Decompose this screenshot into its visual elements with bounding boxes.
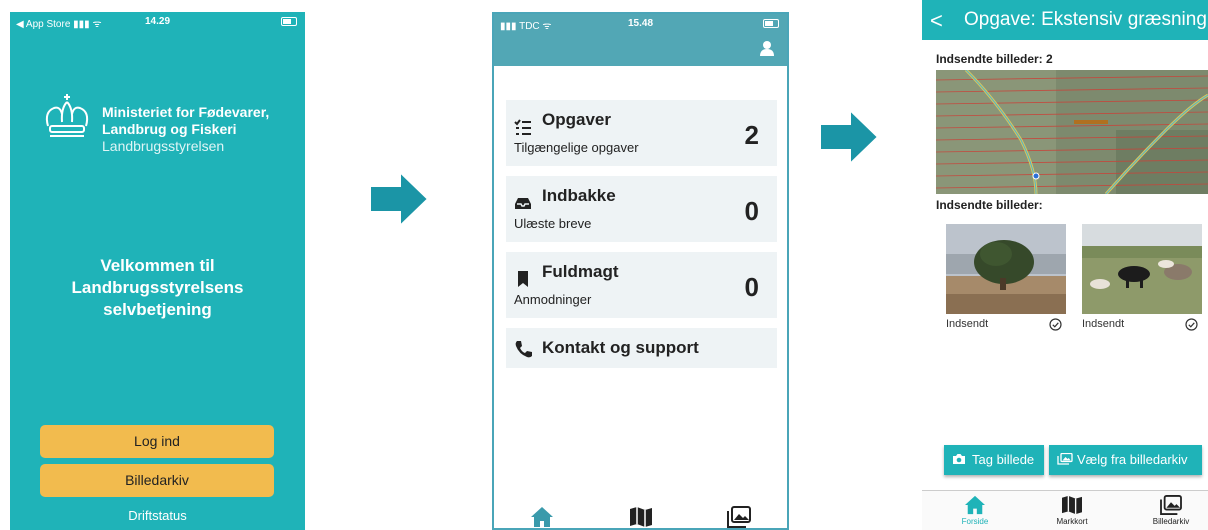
card-subtitle: Tilgængelige opgaver xyxy=(514,140,639,155)
welcome-line-2: Landbrugsstyrelsens xyxy=(71,278,244,297)
gallery-icon xyxy=(1057,453,1073,465)
inbox-icon xyxy=(515,198,531,209)
home-icon xyxy=(965,495,985,515)
bookmark-icon xyxy=(518,271,528,287)
card-count: 0 xyxy=(744,196,759,226)
user-icon[interactable] xyxy=(759,40,775,56)
battery-icon xyxy=(281,17,297,26)
card-tasks[interactable]: Opgaver Tilgængelige opgaver 2 xyxy=(506,100,777,166)
welcome-text: Velkommen til Landbrugsstyrelsens selvbe… xyxy=(10,255,305,321)
nav-item-markkort[interactable]: Markkort xyxy=(1037,495,1107,526)
card-title: Opgaver xyxy=(542,110,611,129)
arrow-right-icon xyxy=(369,170,430,228)
status-bar: ◀ App Store ▮▮▮ ᯤ 14.29 xyxy=(10,12,305,32)
card-inbox[interactable]: Indbakke Ulæste breve 0 xyxy=(506,176,777,242)
photo-caption: Indsendt xyxy=(1082,318,1125,330)
card-title: Kontakt og support xyxy=(542,338,699,357)
nav-label: Forside xyxy=(961,517,989,526)
screen-login: ◀ App Store ▮▮▮ ᯤ 14.29 Ministeriet for … xyxy=(10,12,305,530)
card-title: Fuldmagt xyxy=(542,262,619,281)
nav-item-billedarkiv[interactable]: Billedarkiv xyxy=(1136,495,1206,526)
cattle-photo[interactable] xyxy=(1082,224,1202,314)
choose-from-archive-label: Vælg fra billedarkiv xyxy=(1077,452,1188,467)
screen-dashboard: ▮▮▮ TDC ᯤ 15.48 Opgaver Tilgængelige opg… xyxy=(492,12,789,530)
status-time: 14.29 xyxy=(144,16,171,27)
card-count: 2 xyxy=(744,120,759,150)
welcome-line-3: selvbetjening xyxy=(103,300,212,319)
take-photo-button[interactable]: Tag billede xyxy=(944,445,1044,475)
juniper-bush-photo[interactable] xyxy=(946,224,1066,314)
nav-item-forside[interactable]: Forside xyxy=(940,495,1010,526)
map-icon[interactable] xyxy=(629,506,653,528)
photo-caption: Indsendt xyxy=(946,318,989,330)
welcome-line-1: Velkommen til xyxy=(100,256,215,275)
nav-label: Billedarkiv xyxy=(1152,517,1190,526)
map-icon xyxy=(1062,495,1082,515)
card-title: Indbakke xyxy=(542,186,616,205)
ministry-line-2: Landbrug og Fiskeri xyxy=(102,121,237,137)
phone-icon xyxy=(515,341,532,358)
crown-logo-icon xyxy=(45,94,89,137)
camera-icon xyxy=(953,454,965,464)
gallery-icon xyxy=(1160,495,1182,515)
nav-label: Markkort xyxy=(1056,517,1088,526)
take-photo-label: Tag billede xyxy=(972,452,1035,467)
screen-task-detail: < Opgave: Ekstensiv græsning Indsendte b… xyxy=(922,0,1208,530)
card-subtitle: Ulæste breve xyxy=(514,216,592,231)
task-header: < Opgave: Ekstensiv græsning xyxy=(922,0,1208,40)
agency-name: Landbrugsstyrelsen xyxy=(102,138,225,154)
choose-from-archive-button[interactable]: Vælg fra billedarkiv xyxy=(1049,445,1202,475)
card-count: 0 xyxy=(744,272,759,302)
status-time: 15.48 xyxy=(627,18,654,29)
card-contact-support[interactable]: Kontakt og support xyxy=(506,328,777,368)
field-map[interactable] xyxy=(936,70,1208,194)
sent-count-label: Indsendte billeder: 2 xyxy=(936,52,1053,66)
battery-icon xyxy=(763,19,779,28)
check-circle-icon xyxy=(1049,318,1062,331)
check-circle-icon xyxy=(1185,318,1198,331)
gallery-icon[interactable] xyxy=(727,506,751,528)
app-header: ▮▮▮ TDC ᯤ 15.48 xyxy=(494,14,787,66)
login-button[interactable]: Log ind xyxy=(40,425,274,458)
operating-status-link[interactable]: Driftstatus xyxy=(10,508,305,523)
arrow-right-icon xyxy=(819,108,880,166)
back-button[interactable]: < xyxy=(930,8,943,34)
sent-photos-label: Indsendte billeder: xyxy=(936,198,1043,212)
ministry-line-1: Ministeriet for Fødevarer, xyxy=(102,104,270,120)
page-title: Opgave: Ekstensiv græsning xyxy=(964,9,1207,30)
bottom-nav: Forside Markkort Billedarkiv xyxy=(922,490,1208,530)
home-icon[interactable] xyxy=(530,506,554,528)
ministry-name: Ministeriet for Fødevarer, Landbrug og F… xyxy=(102,104,269,155)
photo-archive-button[interactable]: Billedarkiv xyxy=(40,464,274,497)
card-subtitle: Anmodninger xyxy=(514,292,592,307)
status-bar: ▮▮▮ TDC ᯤ 15.48 xyxy=(494,14,787,34)
card-power-of-attorney[interactable]: Fuldmagt Anmodninger 0 xyxy=(506,252,777,318)
list-icon xyxy=(514,119,531,135)
